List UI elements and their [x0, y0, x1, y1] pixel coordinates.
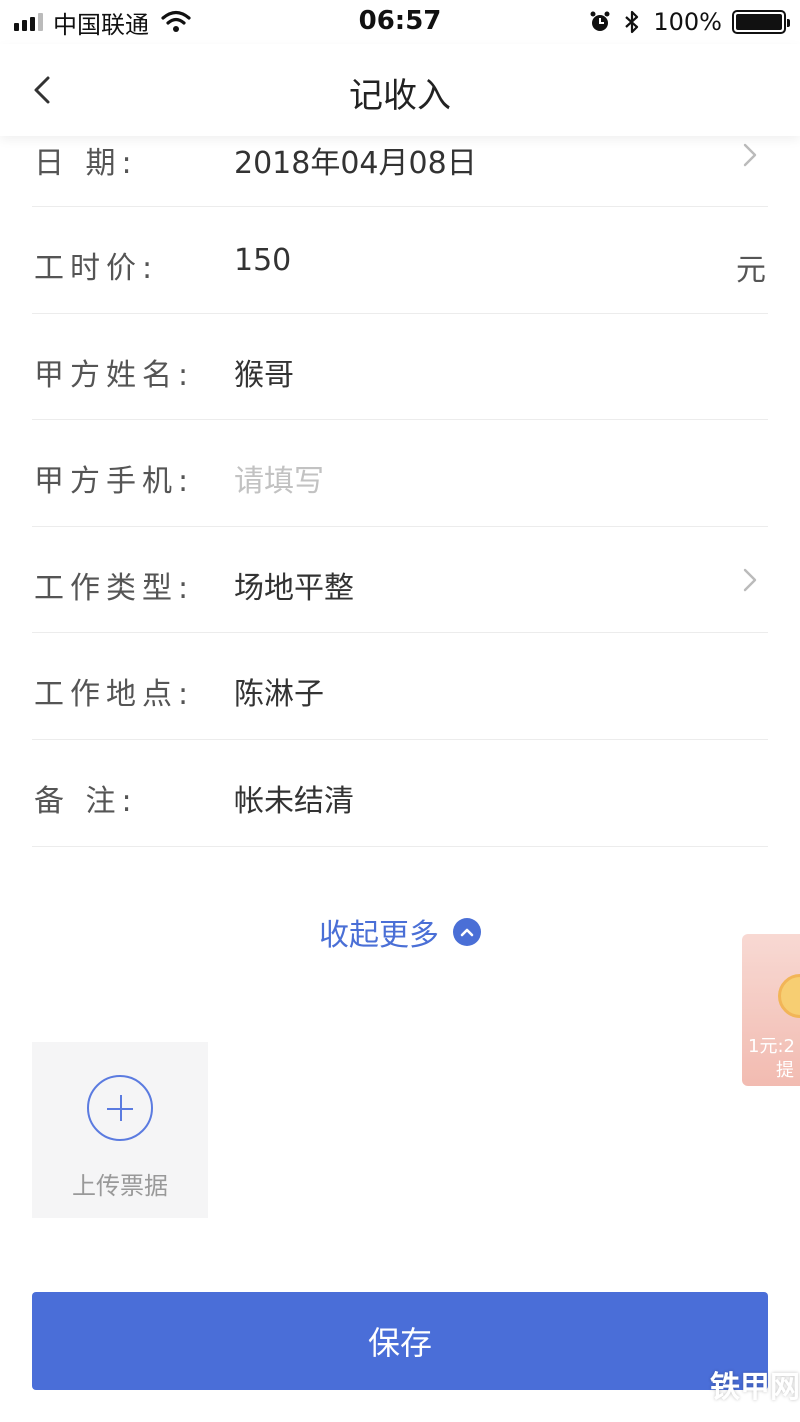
battery-icon — [732, 10, 790, 34]
client-name-input[interactable]: 猴哥 — [234, 350, 294, 394]
floating-promo-banner[interactable]: 1元:2 提 — [742, 934, 800, 1086]
work-type-value[interactable]: 场地平整 — [234, 563, 354, 607]
page-title: 记收入 — [349, 76, 451, 116]
hourly-price-row: 工时价: 150 元 — [32, 207, 768, 314]
work-type-label: 工作类型: — [34, 570, 195, 606]
work-location-input[interactable]: 陈淋子 — [234, 669, 324, 713]
bluetooth-icon — [625, 10, 639, 34]
work-location-row: 工作地点: 陈淋子 — [32, 633, 768, 740]
collapse-more-label[interactable]: 收起更多 — [319, 910, 439, 954]
chevron-right-icon — [743, 568, 757, 591]
chevron-up-icon[interactable] — [453, 918, 481, 946]
date-label: 日 期: — [34, 146, 138, 181]
save-button[interactable]: 保存 — [32, 1292, 768, 1390]
nav-bar: 记收入 — [0, 44, 800, 136]
date-value[interactable]: 2018年04月08日 — [234, 138, 477, 182]
work-location-label: 工作地点: — [34, 677, 195, 713]
hourly-price-label: 工时价: — [34, 251, 159, 286]
upload-receipt-label: 上传票据 — [72, 1172, 168, 1200]
income-form: 日 期: 2018年04月08日 工时价: 150 元 甲方姓名: 猴哥 甲方手… — [32, 100, 768, 847]
plus-icon[interactable] — [87, 1075, 153, 1141]
remark-row: 备 注: 帐未结清 — [32, 740, 768, 847]
client-name-row: 甲方姓名: 猴哥 — [32, 314, 768, 421]
hourly-price-input[interactable]: 150 — [234, 243, 291, 278]
currency-unit: 元 — [736, 253, 766, 288]
client-phone-label: 甲方手机: — [34, 464, 195, 500]
client-name-label: 甲方姓名: — [34, 357, 195, 393]
work-type-row[interactable]: 工作类型: 场地平整 — [32, 527, 768, 634]
promo-text: 1元:2 — [748, 1036, 795, 1057]
remark-label: 备 注: — [34, 783, 138, 819]
coin-icon — [778, 974, 800, 1018]
promo-text-2: 提 — [776, 1060, 794, 1081]
remark-input[interactable]: 帐未结清 — [234, 776, 354, 820]
watermark: 铁甲网 — [710, 1370, 800, 1405]
client-phone-input[interactable]: 请填写 — [234, 456, 324, 500]
collapse-more-button[interactable]: 收起更多 — [0, 910, 800, 954]
client-phone-row: 甲方手机: 请填写 — [32, 420, 768, 527]
status-bar-right: 100% — [589, 8, 790, 36]
alarm-icon — [590, 11, 610, 31]
battery-percent: 100% — [653, 8, 722, 36]
upload-receipt-button[interactable]: 上传票据 — [32, 1042, 208, 1218]
status-bar: 中国联通 06:57 100% — [0, 0, 800, 44]
chevron-right-icon — [743, 143, 757, 167]
